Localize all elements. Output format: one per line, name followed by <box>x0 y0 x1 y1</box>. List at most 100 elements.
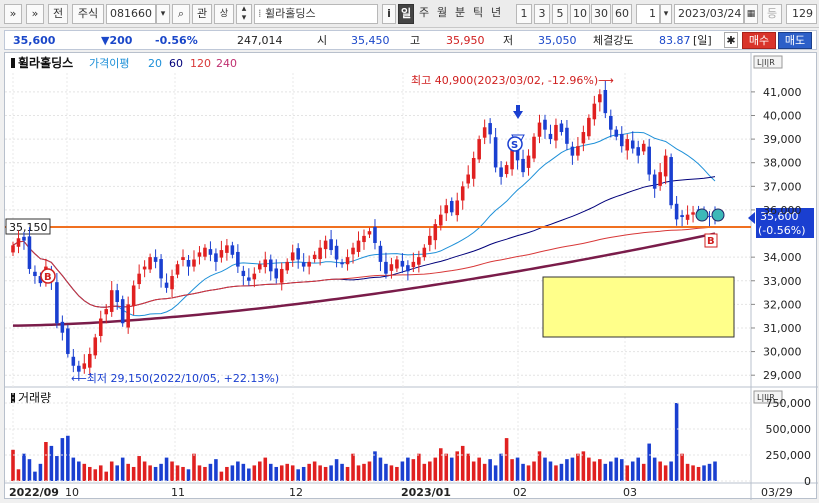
volume-bar <box>252 465 257 481</box>
rank-icon[interactable]: 상 <box>214 4 234 24</box>
buy-marker-right-label: B <box>707 236 715 247</box>
volume-bar <box>93 469 98 481</box>
candle-body <box>274 268 279 279</box>
code-input[interactable]: 081660 <box>106 4 156 24</box>
volume-bar <box>581 451 586 481</box>
candle-body <box>400 260 405 267</box>
candle-body <box>258 264 262 270</box>
candle-body <box>197 252 202 257</box>
search-icon[interactable]: ⌕ <box>172 4 190 24</box>
toolbar: » » 전 주식 081660 ▾ ⌕ 관 상 ▴ ▾ ⁞ 휠라홀딩스 i 일 주… <box>0 0 819 28</box>
y-tick-label: 38,000 <box>763 157 802 170</box>
candle-body <box>208 249 213 255</box>
updown-icon[interactable]: ▴ ▾ <box>236 4 252 24</box>
collapse-button[interactable]: » <box>26 4 44 24</box>
period-week[interactable]: 주 <box>416 4 432 24</box>
period-year[interactable]: 년 <box>488 4 504 24</box>
volume-tick-label: 0 <box>804 475 811 488</box>
volume-bar <box>636 457 641 481</box>
sell-button[interactable]: 매도 <box>778 32 812 49</box>
candle-body <box>652 174 657 189</box>
candle-body <box>581 132 586 144</box>
info-button[interactable]: i <box>382 4 396 24</box>
volume-bar <box>400 461 405 481</box>
candle-body <box>77 365 81 372</box>
candle-body <box>164 282 169 288</box>
gear-icon[interactable]: ✱ <box>724 32 738 48</box>
period-tick[interactable]: 틱 <box>470 4 486 24</box>
volume-bar <box>345 466 350 481</box>
volume-bar <box>428 461 432 481</box>
volume-bar <box>587 457 591 481</box>
volume-bar <box>115 465 119 481</box>
minute-3[interactable]: 3 <box>534 4 550 24</box>
candle-body <box>674 203 679 220</box>
expand-button[interactable]: » <box>4 4 22 24</box>
period-minute[interactable]: 분 <box>452 4 468 24</box>
calendar-icon[interactable]: ▦ <box>744 4 758 24</box>
candle-body <box>115 290 119 303</box>
price-chart[interactable]: 휠라홀딩스 가격이평 20 60 120 240 L|I|R 35,150 최고… <box>5 53 818 500</box>
chevron-down-icon[interactable]: ▾ <box>156 4 170 24</box>
candle-body <box>417 257 421 265</box>
buy-marker-left[interactable]: B <box>40 268 56 284</box>
minute-30[interactable]: 30 <box>591 4 611 24</box>
volume-bar <box>598 459 602 481</box>
period-month[interactable]: 월 <box>434 4 450 24</box>
candle-body <box>87 353 92 368</box>
sell-marker[interactable]: S <box>507 119 525 152</box>
candle-body <box>422 247 427 258</box>
volume-bars <box>11 403 717 481</box>
volume-bar <box>340 463 344 481</box>
volume-bar <box>219 471 224 481</box>
volume-bar <box>663 465 668 481</box>
watchlist-button[interactable]: 관 <box>192 4 212 24</box>
volume-bar <box>373 451 377 481</box>
volume-bar <box>680 453 684 481</box>
candle-body <box>22 236 26 241</box>
x-tick-label: 03 <box>623 486 637 499</box>
ohlc-toggle-label: L|I|R <box>757 58 775 67</box>
y-tick-label: 30,000 <box>763 346 802 359</box>
period-day[interactable]: 일 <box>398 4 414 24</box>
volume-bar <box>236 461 240 481</box>
candle-body <box>285 261 290 271</box>
candle-body <box>170 276 174 290</box>
candle-body <box>312 254 317 260</box>
minute-60[interactable]: 60 <box>612 4 632 24</box>
minute-1[interactable]: 1 <box>516 4 532 24</box>
minute-5[interactable]: 5 <box>552 4 568 24</box>
volume-bar <box>109 461 114 481</box>
candle-body <box>570 146 575 156</box>
candle-body <box>252 273 257 280</box>
count-chevron-icon[interactable]: ▾ <box>660 4 672 24</box>
candle-body <box>131 285 136 306</box>
count-input[interactable]: 1 <box>636 4 660 24</box>
change-percent: -0.56% <box>155 34 198 47</box>
volume-bar <box>641 463 646 481</box>
candle-body <box>159 259 163 279</box>
low-annotation: ⟵최저 29,150(2022/10/05, +22.13%) <box>71 372 279 385</box>
buy-button[interactable]: 매수 <box>742 32 776 49</box>
bars-input[interactable]: 129 <box>786 4 817 24</box>
date-axis: 2022/09 10 11 12 2023/01 02 03 03/29 <box>9 486 793 499</box>
candle-body <box>318 247 322 260</box>
candle-body <box>658 172 662 186</box>
minute-10[interactable]: 10 <box>570 4 590 24</box>
price-change: ▼200 <box>101 34 133 47</box>
volume-bar <box>230 465 235 481</box>
market-select[interactable]: 주식 <box>72 4 104 24</box>
date-input[interactable]: 2023/03/24 <box>674 4 744 24</box>
candle-body <box>236 251 240 267</box>
volume-bar <box>49 445 54 481</box>
volume-bar <box>422 463 427 481</box>
equal-button[interactable]: 등 <box>762 4 782 24</box>
candle-body <box>109 290 114 312</box>
candle-body <box>449 200 454 213</box>
x-tick-label: 11 <box>171 486 185 499</box>
candle-body <box>526 155 531 168</box>
all-button[interactable]: 전 <box>48 4 68 24</box>
stock-name-field[interactable]: ⁞ 휠라홀딩스 <box>254 4 378 24</box>
candle-body <box>630 140 635 149</box>
volume-bar <box>60 438 65 481</box>
